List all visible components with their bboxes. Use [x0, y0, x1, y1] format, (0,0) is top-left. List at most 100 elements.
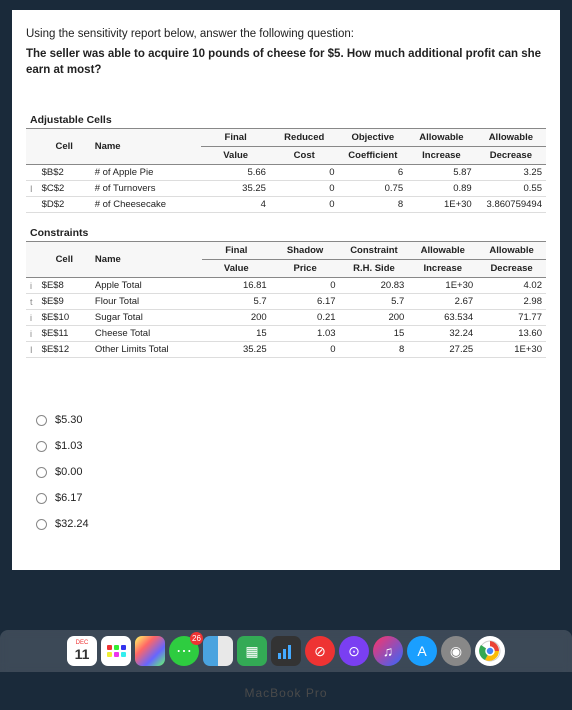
question-text: The seller was able to acquire 10 pounds… [26, 46, 546, 78]
final-value: 5.7 [202, 294, 271, 310]
col-obj-bot: Coefficient [339, 147, 408, 165]
reduced-cost: 0 [270, 165, 339, 181]
allow-dec: 4.02 [477, 278, 546, 294]
reduced-cost: 0 [270, 181, 339, 197]
radio-icon[interactable] [36, 415, 47, 426]
option-label: $32.24 [55, 518, 89, 530]
final-value: 35.25 [202, 342, 271, 358]
answer-option[interactable]: $1.03 [36, 440, 546, 452]
answer-option[interactable]: $6.17 [36, 492, 546, 504]
row-marker [26, 165, 38, 181]
itunes-icon[interactable]: ♫ [373, 636, 403, 666]
col-dec-bot: Decrease [476, 147, 546, 165]
final-value: 4 [201, 197, 270, 213]
table-row: I $C$2 # of Turnovers 35.25 0 0.75 0.89 … [26, 181, 546, 197]
cell-name: Other Limits Total [91, 342, 202, 358]
cell-name: # of Apple Pie [91, 165, 202, 181]
col-inc-bot: Increase [407, 147, 476, 165]
col-dec-bot-2: Decrease [477, 260, 546, 278]
question-suffix: at most? [54, 64, 102, 76]
table-row: t $E$9 Flour Total 5.7 6.17 5.7 2.67 2.9… [26, 294, 546, 310]
obj-coef: 8 [339, 197, 408, 213]
col-con-top: Constraint [340, 242, 409, 260]
appstore-icon[interactable]: A [407, 636, 437, 666]
adjustable-title: Adjustable Cells [26, 114, 546, 126]
dock: DEC 11 ⋯ 26 ▦ ⊘ ⊙ ♫ A ◉ [0, 630, 572, 672]
launchpad-icon[interactable] [101, 636, 131, 666]
calendar-icon[interactable]: DEC 11 [67, 636, 97, 666]
row-marker [26, 197, 38, 213]
macbook-label: MacBook Pro [0, 686, 572, 700]
col-final-top-2: Final [202, 242, 271, 260]
radio-icon[interactable] [36, 441, 47, 452]
allow-inc: 5.87 [407, 165, 476, 181]
constraint-rhs: 15 [340, 326, 409, 342]
constraints-title: Constraints [26, 227, 546, 239]
shadow-price: 0.21 [271, 310, 340, 326]
finder-icon[interactable] [203, 636, 233, 666]
reduced-cost: 0 [270, 197, 339, 213]
adjustable-table: Cell Name Final Reduced Objective Allowa… [26, 128, 546, 213]
constraints-table: Cell Name Final Shadow Constraint Allowa… [26, 241, 546, 358]
allow-dec: 3.860759494 [476, 197, 546, 213]
col-inc-bot-2: Increase [408, 260, 477, 278]
cell-ref: $E$11 [38, 326, 91, 342]
col-final-bot-2: Value [202, 260, 271, 278]
marker-header-2 [26, 242, 38, 278]
radio-icon[interactable] [36, 467, 47, 478]
podcast-icon[interactable]: ⊙ [339, 636, 369, 666]
final-value: 35.25 [201, 181, 270, 197]
col-dec-top-2: Allowable [477, 242, 546, 260]
intro-text: Using the sensitivity report below, answ… [26, 28, 546, 40]
constraint-rhs: 8 [340, 342, 409, 358]
messages-badge: 26 [190, 632, 203, 645]
cell-ref: $E$12 [38, 342, 91, 358]
col-final-top: Final [201, 129, 270, 147]
final-value: 200 [202, 310, 271, 326]
allow-inc: 27.25 [408, 342, 477, 358]
constraint-rhs: 5.7 [340, 294, 409, 310]
allow-dec: 0.55 [476, 181, 546, 197]
final-value: 5.66 [201, 165, 270, 181]
shadow-price: 0 [271, 342, 340, 358]
photos-icon[interactable] [135, 636, 165, 666]
answer-option[interactable]: $5.30 [36, 414, 546, 426]
col-inc-top: Allowable [407, 129, 476, 147]
cell-name: Sugar Total [91, 310, 202, 326]
col-cell: Cell [38, 129, 91, 165]
cell-name: Cheese Total [91, 326, 202, 342]
row-marker: i [26, 278, 38, 294]
col-name-2: Name [91, 242, 202, 278]
allow-dec: 71.77 [477, 310, 546, 326]
col-reduced-bot: Cost [270, 147, 339, 165]
radio-icon[interactable] [36, 493, 47, 504]
answer-option[interactable]: $0.00 [36, 466, 546, 478]
constraint-rhs: 200 [340, 310, 409, 326]
safari-icon[interactable]: ◉ [441, 636, 471, 666]
sheets-icon[interactable]: ▦ [237, 636, 267, 666]
radio-icon[interactable] [36, 519, 47, 530]
shadow-price: 1.03 [271, 326, 340, 342]
row-marker: t [26, 294, 38, 310]
stocks-icon[interactable] [271, 636, 301, 666]
calendar-day: 11 [75, 646, 90, 662]
cell-name: # of Turnovers [91, 181, 202, 197]
allow-inc: 0.89 [407, 181, 476, 197]
prohibit-icon[interactable]: ⊘ [305, 636, 335, 666]
shadow-price: 6.17 [271, 294, 340, 310]
messages-icon[interactable]: ⋯ 26 [169, 636, 199, 666]
row-marker: I [26, 181, 38, 197]
constraint-rhs: 20.83 [340, 278, 409, 294]
col-shadow-bot: Price [271, 260, 340, 278]
col-final-bot: Value [201, 147, 270, 165]
obj-coef: 6 [339, 165, 408, 181]
cell-ref: $E$9 [38, 294, 91, 310]
chrome-icon[interactable] [475, 636, 505, 666]
allow-inc: 2.67 [408, 294, 477, 310]
col-cell-2: Cell [38, 242, 91, 278]
answer-option[interactable]: $32.24 [36, 518, 546, 530]
table-row: $D$2 # of Cheesecake 4 0 8 1E+30 3.86075… [26, 197, 546, 213]
col-dec-top: Allowable [476, 129, 546, 147]
answer-options: $5.30 $1.03 $0.00 $6.17 $32.24 [36, 414, 546, 530]
col-name: Name [91, 129, 202, 165]
